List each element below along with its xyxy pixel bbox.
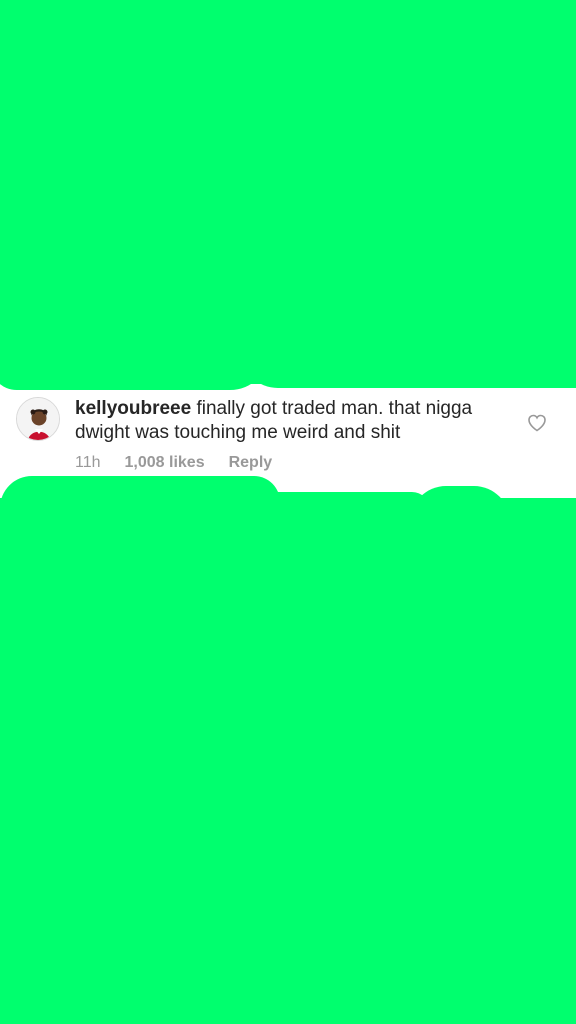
bottom-green-redaction-edge-mid bbox=[250, 492, 430, 522]
comment-likes-count[interactable]: 1,008 likes bbox=[125, 453, 205, 473]
comment-body: kellyoubreee finally got traded man. tha… bbox=[75, 397, 515, 445]
comment-timestamp: 11h bbox=[75, 454, 101, 471]
bottom-green-redaction bbox=[0, 500, 576, 1024]
top-green-redaction-edge-right bbox=[240, 350, 576, 388]
profile-photo-avatar bbox=[17, 398, 59, 440]
bottom-green-redaction-edge-far-right bbox=[480, 498, 576, 524]
avatar[interactable] bbox=[16, 397, 60, 441]
top-green-redaction bbox=[0, 0, 576, 384]
bottom-green-redaction-edge-left bbox=[0, 476, 280, 516]
heart-outline-icon[interactable] bbox=[527, 414, 547, 432]
comment-meta-row: 11h 1,008 likes Reply bbox=[75, 453, 272, 473]
reply-button[interactable]: Reply bbox=[229, 453, 273, 473]
top-green-redaction-edge-left bbox=[0, 350, 270, 390]
screenshot-canvas: kellyoubreee finally got traded man. tha… bbox=[0, 0, 576, 1024]
comment-username[interactable]: kellyoubreee bbox=[75, 398, 191, 419]
